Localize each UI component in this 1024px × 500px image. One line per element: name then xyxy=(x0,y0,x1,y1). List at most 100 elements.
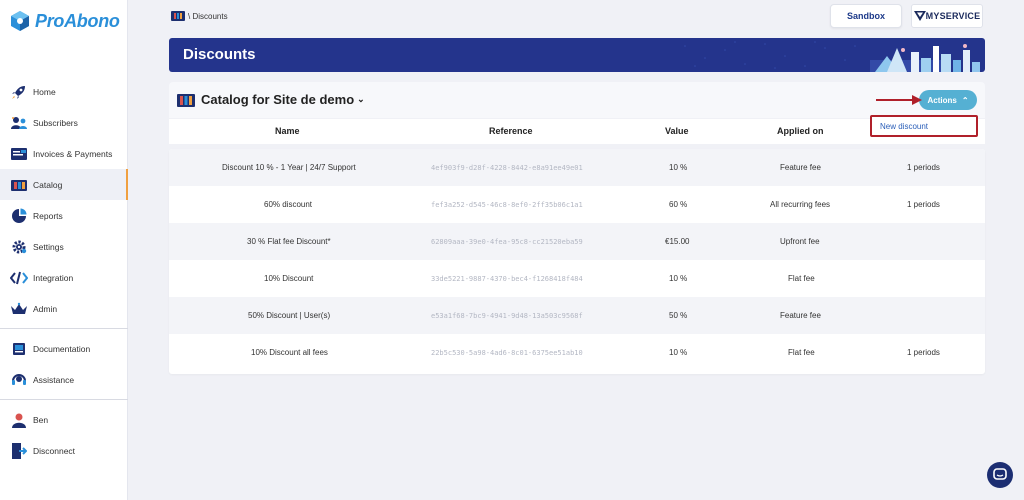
table-row[interactable]: Discount 10 % - 1 Year | 24/7 Support 4e… xyxy=(169,149,985,186)
sidebar-item-catalog[interactable]: Catalog xyxy=(0,169,128,200)
cell-name: Discount 10 % - 1 Year | 24/7 Support xyxy=(222,163,356,172)
cell-name: 10% Discount xyxy=(264,274,314,283)
cell-reference: 4ef903f9-d28f-4228-8442-e8a91ee49e01 xyxy=(431,164,583,172)
catalog-icon xyxy=(177,93,195,107)
book-icon xyxy=(10,340,28,358)
sidebar-item-documentation[interactable]: Documentation xyxy=(0,333,128,364)
user-nav: Ben Disconnect xyxy=(0,404,128,466)
chevron-down-icon: ⌄ xyxy=(357,94,365,104)
help-nav: Documentation Assistance xyxy=(0,333,128,395)
main-nav: Home Subscribers Invoices & Payments Cat… xyxy=(0,76,128,324)
cell-reference: fef3a252-d545-46c8-8ef0-2ff35b06c1a1 xyxy=(431,201,583,209)
table-row[interactable]: 10% Discount all fees 22b5c530-5a98-4ad6… xyxy=(169,334,985,371)
cell-applied-on: Upfront fee xyxy=(780,237,820,246)
chat-button[interactable] xyxy=(987,462,1013,488)
table-row[interactable]: 10% Discount 33de5221-9887-4370-bec4-f12… xyxy=(169,260,985,297)
sidebar-item-reports[interactable]: Reports xyxy=(0,200,128,231)
table-header: Name Reference Value Applied on xyxy=(169,119,985,144)
sidebar-item-label: Catalog xyxy=(33,179,63,190)
sidebar-item-label: Admin xyxy=(33,303,58,314)
cell-value: 10 % xyxy=(669,274,688,283)
cell-name: 30 % Flat fee Discount* xyxy=(247,237,331,246)
cell-applied-on: Feature fee xyxy=(780,163,821,172)
chat-icon xyxy=(993,468,1007,480)
crown-icon xyxy=(10,300,28,318)
cell-applied-on: Feature fee xyxy=(780,311,821,320)
table-row[interactable]: 60% discount fef3a252-d545-46c8-8ef0-2ff… xyxy=(169,186,985,223)
cell-periods: 1 periods xyxy=(907,200,940,209)
cell-applied-on: Flat fee xyxy=(788,348,815,357)
actions-label: Actions xyxy=(927,95,957,105)
sidebar-item-disconnect[interactable]: Disconnect xyxy=(0,435,128,466)
sidebar-item-integration[interactable]: Integration xyxy=(0,262,128,293)
column-header-applied-on[interactable]: Applied on xyxy=(777,126,824,136)
cell-value: 60 % xyxy=(669,200,688,209)
breadcrumb: \ Discounts xyxy=(171,11,228,21)
cell-name: 50% Discount | User(s) xyxy=(248,311,331,320)
logo-text: ProAbono xyxy=(35,10,120,31)
cell-reference: e53a1f68-7bc9-4941-9d48-13a503c9568f xyxy=(431,312,583,320)
sidebar-item-label: Assistance xyxy=(33,374,75,385)
pie-chart-icon xyxy=(10,207,28,225)
cell-value: 50 % xyxy=(669,311,688,320)
sidebar-item-label: Ben xyxy=(33,414,49,425)
logo[interactable]: ProAbono xyxy=(10,10,120,32)
gear-icon xyxy=(10,238,28,256)
sidebar-item-label: Settings xyxy=(33,241,64,252)
invoice-icon xyxy=(10,145,28,163)
actions-button[interactable]: Actions ⌃ xyxy=(919,90,977,110)
users-icon xyxy=(10,114,28,132)
sidebar-item-label: Subscribers xyxy=(33,117,78,128)
catalog-title: Catalog for Site de demo xyxy=(201,92,355,107)
sidebar-divider xyxy=(0,399,128,400)
headset-icon xyxy=(10,371,28,389)
column-header-name[interactable]: Name xyxy=(275,126,300,136)
page-title: Discounts xyxy=(183,46,256,63)
cell-name: 60% discount xyxy=(264,200,313,209)
cell-reference: 33de5221-9887-4370-bec4-f1268418f484 xyxy=(431,275,583,283)
sidebar-item-subscribers[interactable]: Subscribers xyxy=(0,107,128,138)
cell-reference: 62809aaa-39e0-4fea-95c8-cc21520eba59 xyxy=(431,238,583,246)
page-banner: Discounts xyxy=(169,38,985,72)
sidebar-item-invoices[interactable]: Invoices & Payments xyxy=(0,138,128,169)
service-logo-icon xyxy=(913,11,926,21)
table-row[interactable]: 30 % Flat fee Discount* 62809aaa-39e0-4f… xyxy=(169,223,985,260)
code-icon xyxy=(10,269,28,287)
service-switcher[interactable]: MYSERVICE xyxy=(911,4,983,28)
proabono-logo-icon xyxy=(11,11,29,31)
sidebar-item-assistance[interactable]: Assistance xyxy=(0,364,128,395)
table-row[interactable]: 50% Discount | User(s) e53a1f68-7bc9-494… xyxy=(169,297,985,334)
sidebar-item-settings[interactable]: Settings xyxy=(0,231,128,262)
sidebar-item-label: Disconnect xyxy=(33,445,76,456)
sandbox-button[interactable]: Sandbox xyxy=(830,4,902,28)
rocket-icon xyxy=(10,83,28,101)
cell-value: 10 % xyxy=(669,163,688,172)
catalog-selector[interactable]: Catalog for Site de demo ⌄ xyxy=(177,92,365,107)
door-icon xyxy=(10,442,28,460)
sidebar-item-label: Home xyxy=(33,86,56,97)
catalog-icon[interactable] xyxy=(171,11,185,21)
column-header-value[interactable]: Value xyxy=(665,126,689,136)
actions-dropdown: New discount xyxy=(870,115,978,137)
cell-name: 10% Discount all fees xyxy=(251,348,328,357)
cell-applied-on: Flat fee xyxy=(788,274,815,283)
sidebar-item-admin[interactable]: Admin xyxy=(0,293,128,324)
user-icon xyxy=(10,411,28,429)
sidebar-item-label: Reports xyxy=(33,210,63,221)
service-label: MYSERVICE xyxy=(925,11,981,21)
cell-periods: 1 periods xyxy=(907,163,940,172)
catalog-header: Catalog for Site de demo ⌄ Actions ⌃ xyxy=(169,82,985,118)
column-header-reference[interactable]: Reference xyxy=(489,126,533,136)
sidebar-item-label: Integration xyxy=(33,272,74,283)
sidebar-item-label: Documentation xyxy=(33,343,91,354)
sidebar-divider xyxy=(0,328,128,329)
arrow-annotation-icon xyxy=(876,95,922,105)
cell-periods: 1 periods xyxy=(907,348,940,357)
discounts-table: Discount 10 % - 1 Year | 24/7 Support 4e… xyxy=(169,149,985,374)
catalog-icon xyxy=(10,176,28,194)
sidebar-item-home[interactable]: Home xyxy=(0,76,128,107)
sidebar-item-user[interactable]: Ben xyxy=(0,404,128,435)
new-discount-menu-item[interactable]: New discount xyxy=(880,122,928,131)
sidebar: ProAbono Home Subscribers Invoices & Pay… xyxy=(0,0,128,500)
cell-applied-on: All recurring fees xyxy=(770,200,831,209)
